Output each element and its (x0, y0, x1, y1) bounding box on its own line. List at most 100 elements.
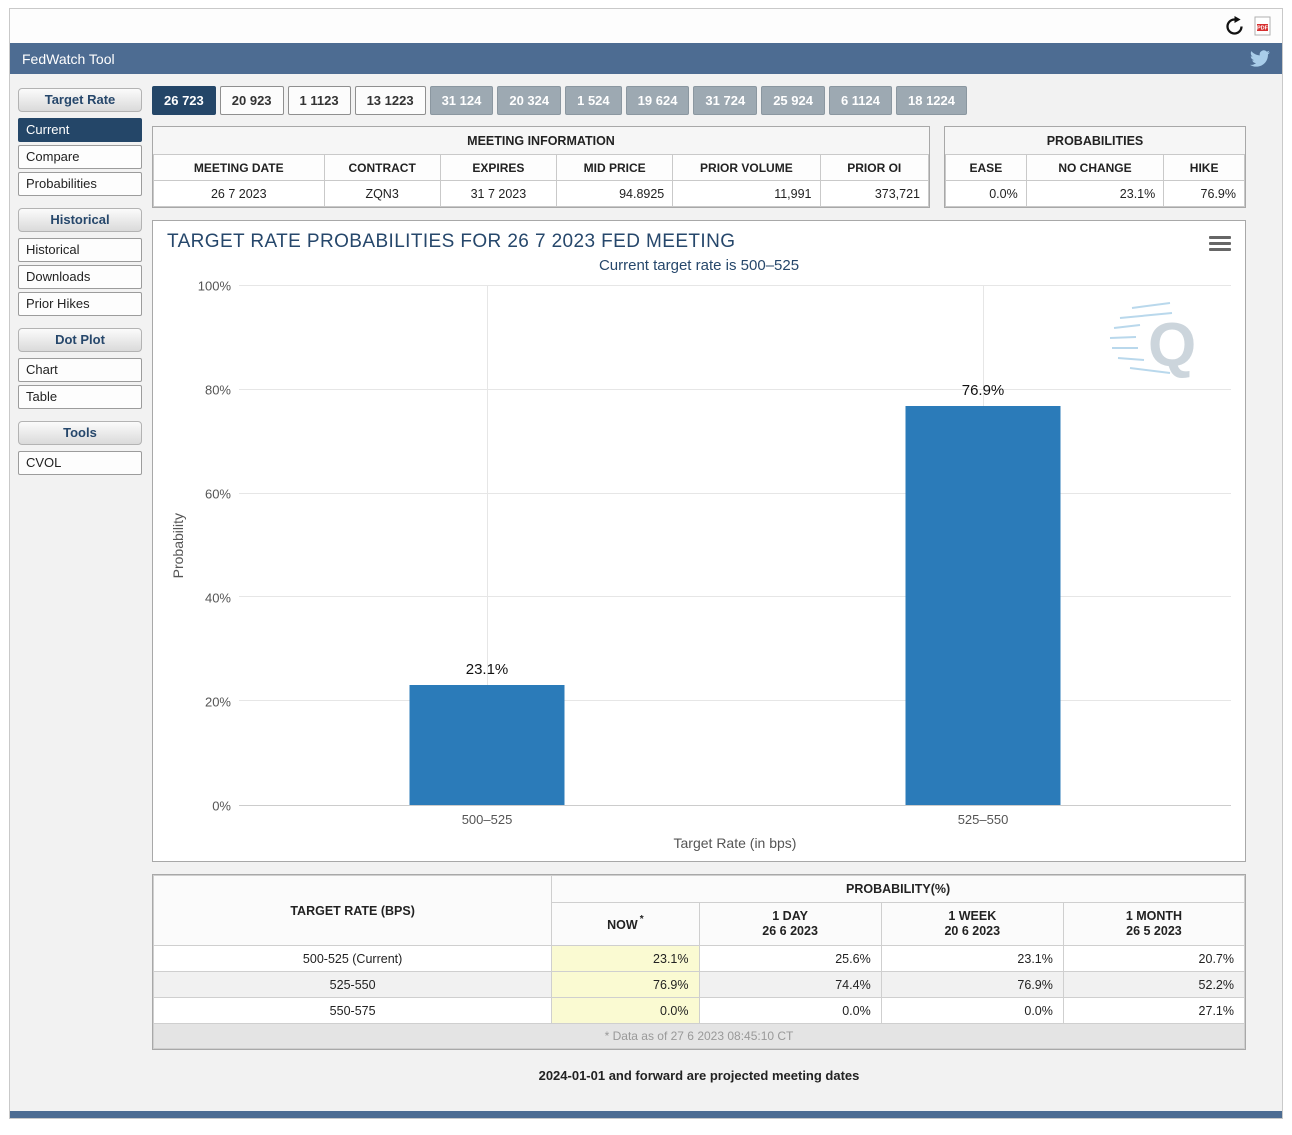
quikstrike-watermark: Q (1108, 296, 1203, 384)
sidebar-item-historical[interactable]: Historical (18, 238, 142, 262)
sidebar-item-probabilities[interactable]: Probabilities (18, 172, 142, 196)
footer-bar (10, 1111, 1282, 1118)
meeting-information-title: MEETING INFORMATION (467, 134, 615, 148)
table-row-525-550: 525-550 76.9% 74.4% 76.9% 52.2% (152, 971, 1246, 998)
column-header-meeting-date: MEETING DATE (153, 154, 325, 181)
day-cell: 25.6% (698, 945, 882, 972)
chart-body: Probability 0% 20% 40% 60% 80% 100% Q 23… (167, 279, 1231, 851)
week-cell: 76.9% (880, 971, 1064, 998)
column-header-1-week: 1 WEEK 20 6 2023 (880, 902, 1064, 946)
week-cell: 23.1% (880, 945, 1064, 972)
sidebar-header-historical[interactable]: Historical (18, 208, 142, 232)
ease-value: 0.0% (945, 180, 1027, 207)
column-header-contract: CONTRACT (323, 154, 441, 181)
column-header-hike: HIKE (1163, 154, 1245, 181)
rate-cell: 550-575 (152, 997, 553, 1024)
watermark-letter: Q (1148, 311, 1196, 380)
day-cell: 74.4% (698, 971, 882, 998)
day-cell: 0.0% (698, 997, 882, 1024)
meeting-information-table: MEETING DATE CONTRACT EXPIRES MID PRICE … (153, 154, 929, 207)
sidebar-header-target-rate[interactable]: Target Rate (18, 88, 142, 112)
tab-meeting-31-724[interactable]: 31 724 (693, 86, 758, 115)
svg-text:PDF: PDF (1257, 26, 1269, 32)
probability-bar-525-550[interactable] (905, 405, 1061, 805)
tab-meeting-25-924[interactable]: 25 924 (761, 86, 825, 115)
topbar: PDF (10, 9, 1282, 43)
footnote-marker: * (639, 913, 644, 925)
mid-price-value: 94.8925 (555, 180, 674, 207)
meeting-information-panel: MEETING INFORMATION MEETING DATE CONTRAC… (152, 126, 930, 208)
tab-meeting-26-723[interactable]: 26 723 (152, 86, 216, 115)
sidebar-item-chart[interactable]: Chart (18, 358, 142, 382)
column-header-prior-volume: PRIOR VOLUME (672, 154, 821, 181)
column-header-1-day: 1 DAY 26 6 2023 (698, 902, 882, 946)
month-cell: 52.2% (1062, 971, 1246, 998)
hike-value: 76.9% (1163, 180, 1245, 207)
sidebar-item-downloads[interactable]: Downloads (18, 265, 142, 289)
sidebar-header-dot-plot[interactable]: Dot Plot (18, 328, 142, 352)
chart-subtitle: Current target rate is 500–525 (598, 257, 800, 274)
y-axis-title: Probability (170, 513, 186, 579)
contract-value: ZQN3 (323, 180, 441, 207)
now-cell: 0.0% (551, 997, 700, 1024)
refresh-icon[interactable] (1224, 15, 1245, 37)
probability-history-panel: TARGET RATE (BPS) PROBABILITY(%) NOW * 1 … (152, 874, 1246, 1050)
tab-meeting-19-624[interactable]: 19 624 (625, 86, 690, 115)
app-header: FedWatch Tool (10, 43, 1282, 74)
tab-meeting-1-524[interactable]: 1 524 (565, 86, 622, 115)
tab-meeting-31-124[interactable]: 31 124 (429, 86, 494, 115)
now-cell: 76.9% (551, 971, 700, 998)
probabilities-panel: PROBABILITIES EASE NO CHANGE HIKE 0.0% 2… (944, 126, 1246, 208)
prior-volume-value: 11,991 (672, 180, 821, 207)
sidebar-item-table[interactable]: Table (18, 385, 142, 409)
column-header-target-rate-bps: TARGET RATE (BPS) (152, 875, 553, 946)
info-row: MEETING INFORMATION MEETING DATE CONTRAC… (152, 126, 1246, 208)
twitter-icon[interactable] (1250, 50, 1270, 67)
meeting-date-tabs: 26 723 20 923 1 1123 13 1223 31 124 20 3… (152, 86, 1246, 115)
x-category-525-550: 525–550 (957, 812, 1009, 827)
column-header-now: NOW * (551, 902, 700, 946)
tab-meeting-20-923[interactable]: 20 923 (219, 86, 284, 115)
tab-meeting-1-1123[interactable]: 1 1123 (287, 86, 351, 115)
projected-dates-note: 2024-01-01 and forward are projected mee… (538, 1068, 860, 1083)
sidebar-header-tools[interactable]: Tools (18, 421, 142, 445)
probability-history-table: TARGET RATE (BPS) PROBABILITY(%) NOW * 1 … (152, 875, 1246, 1049)
target-rate-chart-panel: TARGET RATE PROBABILITIES FOR 26 7 2023 … (152, 220, 1246, 862)
x-category-500-525: 500–525 (461, 812, 513, 827)
probability-bar-500-525[interactable] (409, 685, 565, 805)
column-group-probability: PROBABILITY(%) (551, 875, 1245, 903)
prior-oi-value: 373,721 (819, 180, 929, 207)
y-tick-100: 100% (197, 278, 231, 294)
bar-value-label-525-550: 76.9% (961, 381, 1005, 399)
y-tick-80: 80% (204, 382, 231, 398)
column-header-prior-oi: PRIOR OI (819, 154, 929, 181)
tab-meeting-20-324[interactable]: 20 324 (497, 86, 562, 115)
data-as-of-footnote: * Data as of 27 6 2023 08:45:10 CT (153, 1023, 1245, 1049)
table-row-550-575: 550-575 0.0% 0.0% 0.0% 27.1% (152, 997, 1246, 1024)
column-header-ease: EASE (945, 154, 1027, 181)
x-axis-labels: 500–525 525–550 (239, 812, 1231, 827)
category-500-525: 23.1% (239, 286, 735, 805)
plot-area: Q 23.1% 76.9% (239, 285, 1231, 806)
sidebar-item-cvol[interactable]: CVOL (18, 451, 142, 475)
app-frame: PDF FedWatch Tool Target Rate Current Co… (9, 8, 1283, 1119)
week-cell: 0.0% (880, 997, 1064, 1024)
tab-meeting-13-1223[interactable]: 13 1223 (354, 86, 426, 115)
pdf-export-icon[interactable]: PDF (1254, 16, 1271, 36)
sidebar-item-prior-hikes[interactable]: Prior Hikes (18, 292, 142, 316)
month-cell: 27.1% (1062, 997, 1246, 1024)
column-header-mid-price: MID PRICE (555, 154, 674, 181)
tab-meeting-6-1124[interactable]: 6 1124 (828, 86, 892, 115)
chart-title: TARGET RATE PROBABILITIES FOR 26 7 2023 … (167, 231, 736, 252)
y-tick-0: 0% (212, 798, 231, 814)
sidebar-item-current[interactable]: Current (18, 118, 142, 142)
sidebar-item-compare[interactable]: Compare (18, 145, 142, 169)
y-tick-60: 60% (204, 486, 231, 502)
probabilities-title: PROBABILITIES (1046, 134, 1144, 148)
column-header-1-month: 1 MONTH 26 5 2023 (1062, 902, 1246, 946)
chart-menu-icon[interactable] (1209, 231, 1231, 251)
app-body: Target Rate Current Compare Probabilitie… (10, 74, 1282, 1111)
probabilities-table: EASE NO CHANGE HIKE 0.0% 23.1% 76.9% (945, 154, 1245, 207)
main-content: 26 723 20 923 1 1123 13 1223 31 124 20 3… (152, 86, 1246, 1107)
tab-meeting-18-1224[interactable]: 18 1224 (896, 86, 967, 115)
